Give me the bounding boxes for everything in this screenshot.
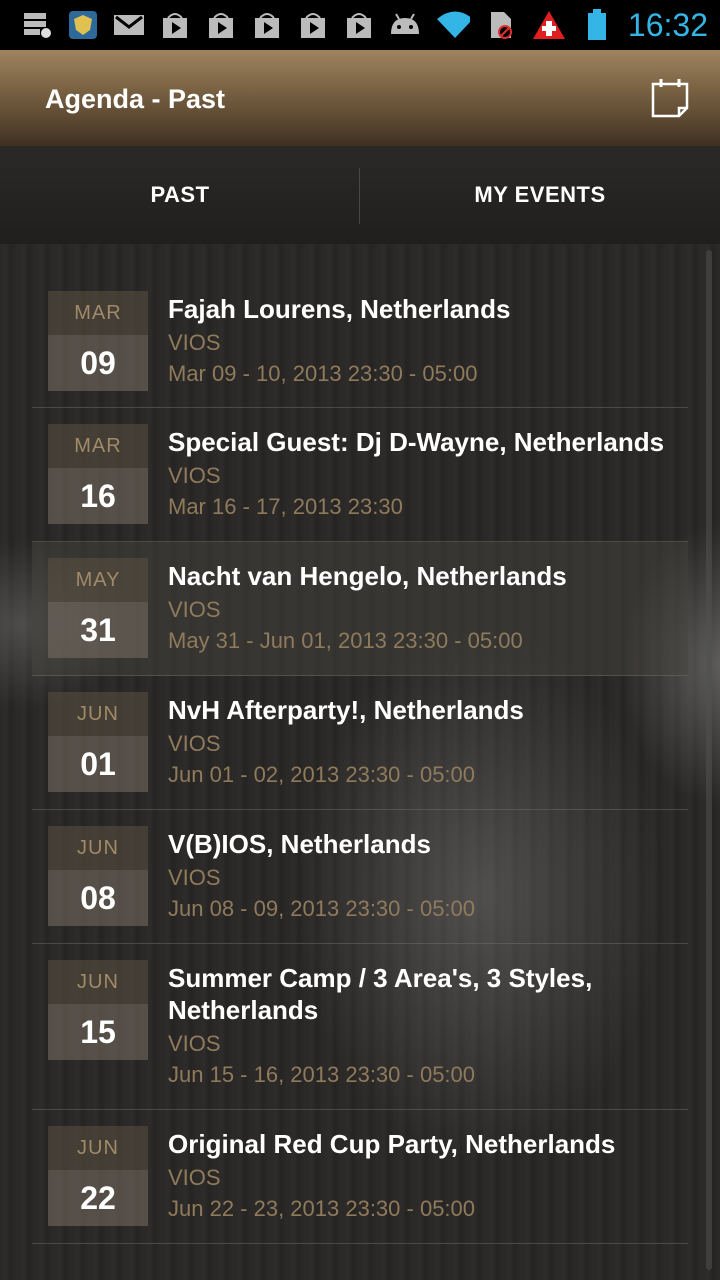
event-venue: VIOS xyxy=(168,463,221,488)
tab-past[interactable]: PAST xyxy=(0,146,360,244)
date-day: 01 xyxy=(48,736,148,792)
shopping-bag-icon xyxy=(204,10,238,40)
event-time: Jun 15 - 16, 2013 23:30 - 05:00 xyxy=(168,1062,476,1087)
tab-my-events[interactable]: MY EVENTS xyxy=(360,146,720,244)
list-item[interactable]: JUN 22 Original Red Cup Party, Netherlan… xyxy=(32,1110,688,1244)
tab-bar: PAST MY EVENTS xyxy=(0,146,720,244)
list-item[interactable]: MAR 16 Special Guest: Dj D-Wayne, Nether… xyxy=(32,408,688,542)
wifi-icon xyxy=(436,10,470,40)
shopping-bag-icon xyxy=(158,10,192,40)
date-month: MAR xyxy=(48,424,148,468)
status-clock: 16:32 xyxy=(627,6,708,43)
event-info: Original Red Cup Party, Netherlands VIOS… xyxy=(168,1128,680,1224)
shopping-bag-icon xyxy=(342,10,376,40)
event-venue: VIOS xyxy=(168,1031,221,1056)
date-badge: MAR 16 xyxy=(48,424,148,524)
date-day: 15 xyxy=(48,1004,148,1060)
shopping-bag-icon xyxy=(296,10,330,40)
date-day: 16 xyxy=(48,468,148,524)
event-venue: VIOS xyxy=(168,330,221,355)
shield-app-icon xyxy=(66,10,100,40)
calendar-button[interactable] xyxy=(650,78,690,118)
event-title: Special Guest: Dj D-Wayne, Netherlands xyxy=(168,427,665,457)
event-venue: VIOS xyxy=(168,597,221,622)
list-item[interactable]: JUN 08 V(B)IOS, Netherlands VIOS Jun 08 … xyxy=(32,810,688,944)
no-sim-icon xyxy=(484,10,518,40)
event-time: May 31 - Jun 01, 2013 23:30 - 05:00 xyxy=(168,628,523,653)
date-month: JUN xyxy=(48,960,148,1004)
date-day: 09 xyxy=(48,335,148,391)
date-month: JUN xyxy=(48,1126,148,1170)
event-title: NvH Afterparty!, Netherlands xyxy=(168,695,524,725)
date-month: MAR xyxy=(48,291,148,335)
date-day: 31 xyxy=(48,602,148,658)
date-day: 08 xyxy=(48,870,148,926)
date-badge: MAY 31 xyxy=(48,558,148,658)
gmail-icon xyxy=(112,10,146,40)
tab-divider xyxy=(359,168,360,224)
event-title: Summer Camp / 3 Area's, 3 Styles, Nether… xyxy=(168,963,593,1025)
list-item[interactable]: JUN 01 NvH Afterparty!, Netherlands VIOS… xyxy=(32,676,688,810)
battery-icon xyxy=(580,9,614,40)
event-title: Original Red Cup Party, Netherlands xyxy=(168,1129,616,1159)
date-badge: JUN 15 xyxy=(48,960,148,1060)
event-info: V(B)IOS, Netherlands VIOS Jun 08 - 09, 2… xyxy=(168,828,680,924)
event-list-container[interactable]: MAR 09 Fajah Lourens, Netherlands VIOS M… xyxy=(0,244,720,1280)
date-badge: JUN 08 xyxy=(48,826,148,926)
event-time: Jun 22 - 23, 2013 23:30 - 05:00 xyxy=(168,1196,476,1221)
scrollbar[interactable] xyxy=(706,250,712,1270)
event-list: MAR 09 Fajah Lourens, Netherlands VIOS M… xyxy=(32,275,688,1244)
event-time: Mar 09 - 10, 2013 23:30 - 05:00 xyxy=(168,361,478,386)
date-badge: MAR 09 xyxy=(48,291,148,391)
event-time: Jun 01 - 02, 2013 23:30 - 05:00 xyxy=(168,762,476,787)
date-badge: JUN 01 xyxy=(48,692,148,792)
event-venue: VIOS xyxy=(168,731,221,756)
event-info: Fajah Lourens, Netherlands VIOS Mar 09 -… xyxy=(168,293,680,389)
event-venue: VIOS xyxy=(168,1165,221,1190)
page-title: Agenda - Past xyxy=(45,84,226,114)
list-item[interactable]: MAR 09 Fajah Lourens, Netherlands VIOS M… xyxy=(32,275,688,408)
event-title: V(B)IOS, Netherlands xyxy=(168,829,431,859)
list-item[interactable]: MAY 31 Nacht van Hengelo, Netherlands VI… xyxy=(32,542,688,676)
event-info: Summer Camp / 3 Area's, 3 Styles, Nether… xyxy=(168,962,680,1090)
android-icon xyxy=(388,10,422,40)
date-month: MAY xyxy=(48,558,148,602)
date-month: JUN xyxy=(48,826,148,870)
event-title: Fajah Lourens, Netherlands xyxy=(168,294,511,324)
storage-icon xyxy=(20,10,54,40)
calendar-icon xyxy=(651,79,689,118)
status-bar: 16:32 xyxy=(0,0,720,50)
event-info: Special Guest: Dj D-Wayne, Netherlands V… xyxy=(168,426,680,522)
list-item[interactable]: JUN 15 Summer Camp / 3 Area's, 3 Styles,… xyxy=(32,944,688,1110)
event-time: Jun 08 - 09, 2013 23:30 - 05:00 xyxy=(168,896,476,921)
swiss-app-icon xyxy=(532,10,566,40)
date-month: JUN xyxy=(48,692,148,736)
date-day: 22 xyxy=(48,1170,148,1226)
action-bar: Agenda - Past xyxy=(0,50,720,146)
event-info: Nacht van Hengelo, Netherlands VIOS May … xyxy=(168,560,680,656)
date-badge: JUN 22 xyxy=(48,1126,148,1226)
event-time: Mar 16 - 17, 2013 23:30 xyxy=(168,494,403,519)
shopping-bag-icon xyxy=(250,10,284,40)
event-info: NvH Afterparty!, Netherlands VIOS Jun 01… xyxy=(168,694,680,790)
event-venue: VIOS xyxy=(168,865,221,890)
event-title: Nacht van Hengelo, Netherlands xyxy=(168,561,567,591)
